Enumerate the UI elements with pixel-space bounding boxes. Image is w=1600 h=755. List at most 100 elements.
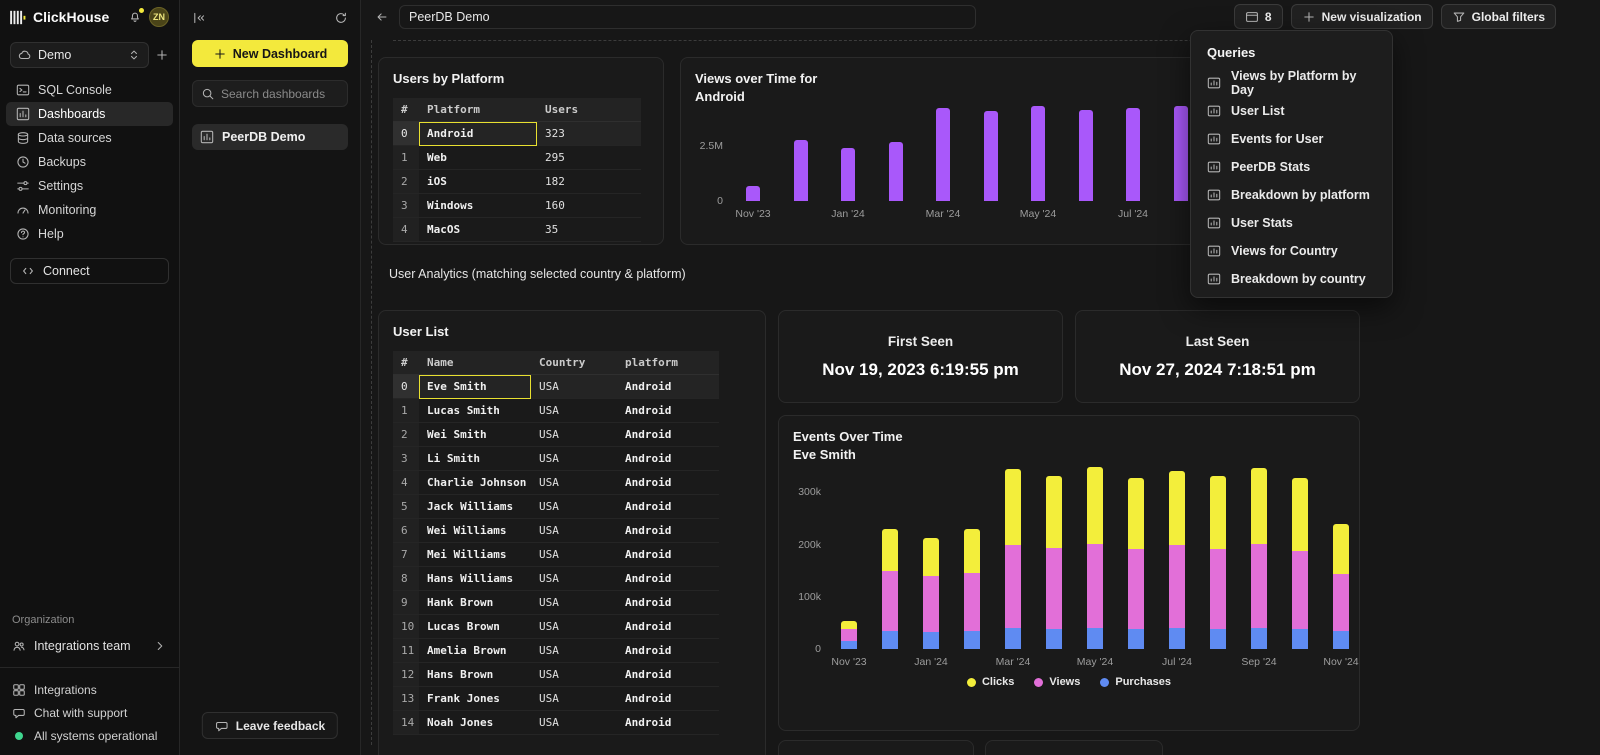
sidebar-item-backups[interactable]: Backups — [6, 150, 173, 174]
cell: Android — [617, 567, 719, 591]
row-index-cell: 2 — [393, 170, 419, 194]
dashboard-list-item[interactable]: PeerDB Demo — [192, 124, 348, 150]
queries-menu-item[interactable]: Breakdown by platform — [1191, 181, 1392, 209]
brand-name: ClickHouse — [33, 9, 109, 25]
table-row[interactable]: 4MacOS35 — [393, 218, 641, 242]
notifications-bell-icon[interactable] — [128, 10, 142, 24]
table-row[interactable]: 0Android323 — [393, 122, 641, 146]
table-row[interactable]: 1Web295 — [393, 146, 641, 170]
cell: USA — [531, 519, 617, 543]
chart-bar-segment — [1169, 471, 1185, 545]
queries-menu: Queries Views by Platform by DayUser Lis… — [1190, 30, 1393, 298]
sidebar-item-settings[interactable]: Settings — [6, 174, 173, 198]
y-axis-tick: 300k — [783, 486, 821, 498]
gauge-icon — [16, 203, 30, 217]
table-row[interactable]: 12Hans BrownUSAAndroid — [393, 663, 719, 687]
table-row[interactable]: 2Wei SmithUSAAndroid — [393, 423, 719, 447]
chart-bar — [984, 111, 998, 201]
table-row[interactable]: 10Lucas BrownUSAAndroid — [393, 615, 719, 639]
cell: Windows — [419, 194, 537, 218]
table-row[interactable]: 9Hank BrownUSAAndroid — [393, 591, 719, 615]
workspace-name: Demo — [38, 48, 71, 62]
sidebar-item-integrations-team[interactable]: Integrations team — [0, 633, 179, 659]
table-row[interactable]: 3Windows160 — [393, 194, 641, 218]
integrations-label: Integrations — [34, 683, 97, 697]
queries-menu-item[interactable]: User Stats — [1191, 209, 1392, 237]
cell: Android — [617, 687, 719, 711]
chart-bar-segment — [964, 573, 980, 631]
queries-menu-item[interactable]: PeerDB Stats — [1191, 153, 1392, 181]
sidebar-item-chat-support[interactable]: Chat with support — [0, 701, 179, 724]
workspace-selector[interactable]: Demo — [10, 42, 149, 68]
events-over-time-chart: 300k200k100k0Nov '23Jan '24Mar '24May '2… — [779, 416, 1359, 730]
x-axis-tick: Jul '24 — [1152, 656, 1202, 668]
table-row[interactable]: 4Charlie JohnsonUSAAndroid — [393, 471, 719, 495]
sidebar-item-sql-console[interactable]: SQL Console — [6, 78, 173, 102]
x-axis-tick: May '24 — [1070, 656, 1120, 668]
chart-bar-segment — [1251, 468, 1267, 544]
chart-bar-segment — [882, 631, 898, 649]
cell: USA — [531, 615, 617, 639]
query-label: User List — [1231, 104, 1285, 118]
table-row[interactable]: 13Frank JonesUSAAndroid — [393, 687, 719, 711]
queries-menu-item[interactable]: Views by Platform by Day — [1191, 69, 1392, 97]
connect-button[interactable]: Connect — [10, 258, 169, 284]
dashboard-search-input[interactable] — [221, 87, 339, 101]
refresh-icon[interactable] — [334, 11, 348, 25]
nav-label: Settings — [38, 179, 83, 193]
clickhouse-logo-icon[interactable] — [10, 10, 27, 25]
panel-title: User List — [379, 311, 765, 349]
cell: 295 — [537, 146, 641, 170]
new-dashboard-button[interactable]: New Dashboard — [192, 40, 348, 67]
x-axis-tick: Nov '23 — [824, 656, 874, 668]
chevron-right-icon — [153, 639, 167, 653]
clicks-dot-icon — [967, 678, 976, 687]
query-icon — [1207, 188, 1221, 202]
queries-menu-item[interactable]: Breakdown by country — [1191, 265, 1392, 293]
table-row[interactable]: 3Li SmithUSAAndroid — [393, 447, 719, 471]
x-axis-tick: May '24 — [1013, 208, 1063, 220]
nav-label: Backups — [38, 155, 86, 169]
table-row[interactable]: 8Hans WilliamsUSAAndroid — [393, 567, 719, 591]
query-icon — [1207, 244, 1221, 258]
query-icon — [1207, 76, 1221, 90]
sidebar-item-data-sources[interactable]: Data sources — [6, 126, 173, 150]
grid-guide-vertical — [371, 40, 372, 745]
table-row[interactable]: 6Wei WilliamsUSAAndroid — [393, 519, 719, 543]
table-row[interactable]: 2iOS182 — [393, 170, 641, 194]
table-row[interactable]: 11Amelia BrownUSAAndroid — [393, 639, 719, 663]
queries-menu-item[interactable]: Events for User — [1191, 125, 1392, 153]
sidebar-item-dashboards[interactable]: Dashboards — [6, 102, 173, 126]
cell: USA — [531, 663, 617, 687]
cell: Android — [617, 543, 719, 567]
add-service-button[interactable] — [155, 48, 169, 62]
chart-bar-segment — [964, 529, 980, 573]
chart-bar-segment — [841, 629, 857, 641]
queries-menu-item[interactable]: User List — [1191, 97, 1392, 125]
sidebar-item-help[interactable]: Help — [6, 222, 173, 246]
table-row[interactable]: 0Eve SmithUSAAndroid — [393, 375, 719, 399]
cell: 160 — [537, 194, 641, 218]
dashboard-icon — [200, 130, 214, 144]
table-row[interactable]: 14Noah JonesUSAAndroid — [393, 711, 719, 735]
cell: iOS — [419, 170, 537, 194]
cell: Android — [617, 447, 719, 471]
chart-bar — [1079, 110, 1093, 201]
leave-feedback-button[interactable]: Leave feedback — [202, 712, 338, 739]
system-status[interactable]: All systems operational — [0, 724, 179, 747]
cell: Android — [617, 639, 719, 663]
query-label: Events for User — [1231, 132, 1323, 146]
cell: Android — [617, 375, 719, 399]
chart-bar-segment — [1005, 545, 1021, 628]
legend-label: Clicks — [982, 676, 1014, 688]
table-row[interactable]: 5Jack WilliamsUSAAndroid — [393, 495, 719, 519]
avatar[interactable]: ZN — [149, 7, 169, 27]
table-row[interactable]: 7Mei WilliamsUSAAndroid — [393, 543, 719, 567]
sidebar-item-monitoring[interactable]: Monitoring — [6, 198, 173, 222]
collapse-sidebar-icon[interactable] — [192, 11, 206, 25]
x-axis-tick: Jan '24 — [906, 656, 956, 668]
cell: Android — [617, 399, 719, 423]
sidebar-item-integrations[interactable]: Integrations — [0, 678, 179, 701]
queries-menu-item[interactable]: Views for Country — [1191, 237, 1392, 265]
table-row[interactable]: 1Lucas SmithUSAAndroid — [393, 399, 719, 423]
